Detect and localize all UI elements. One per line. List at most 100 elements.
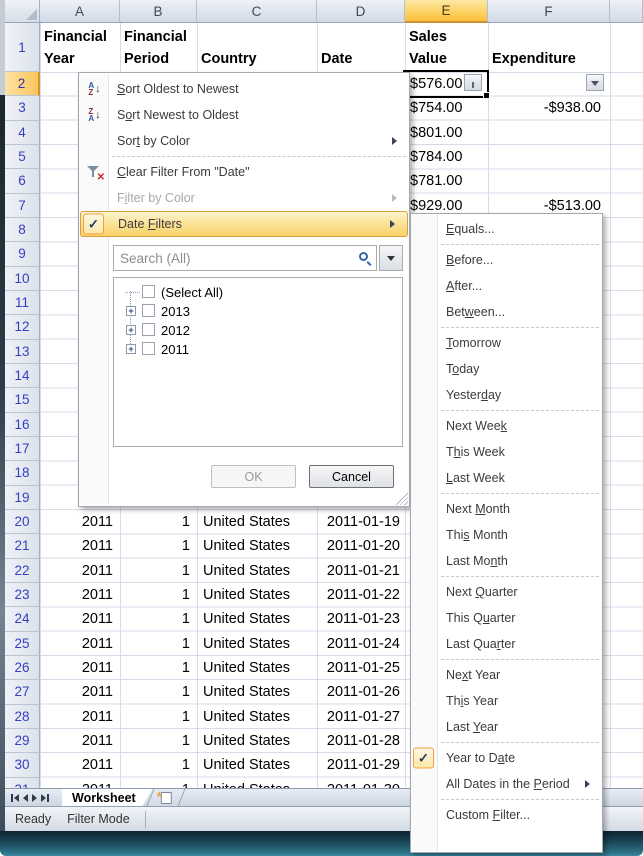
cell-d29[interactable]: 2011-01-28	[317, 729, 405, 753]
row-header-24[interactable]: 24	[5, 607, 40, 631]
row-header-30[interactable]: 30	[5, 753, 40, 777]
submenu-item-custom-filter[interactable]: Custom Filter...	[411, 802, 602, 828]
cell-d20[interactable]: 2011-01-19	[317, 510, 405, 534]
submenu-item-tomorrow[interactable]: Tomorrow	[411, 330, 602, 356]
cell-c22[interactable]: United States	[197, 559, 317, 583]
row-header-6[interactable]: 6	[5, 169, 40, 193]
submenu-item-between[interactable]: Between...	[411, 299, 602, 325]
menu-item-sort-oldest-to-newest[interactable]: AZ↓Sort Oldest to Newest	[79, 76, 409, 102]
cell-a30[interactable]: 2011	[40, 753, 120, 777]
cell-b26[interactable]: 1	[120, 656, 197, 680]
tree-item-2011[interactable]: +2011	[114, 340, 402, 359]
cell-c25[interactable]: United States	[197, 632, 317, 656]
row-header-16[interactable]: 16	[5, 413, 40, 437]
row-header-22[interactable]: 22	[5, 559, 40, 583]
select-all-corner[interactable]	[5, 0, 40, 23]
row-header-9[interactable]: 9	[5, 242, 40, 266]
cell-d30[interactable]: 2011-01-29	[317, 753, 405, 777]
resize-grip[interactable]	[395, 492, 408, 505]
tree-item-checkbox[interactable]	[142, 342, 155, 355]
submenu-item-this-week[interactable]: This Week	[411, 439, 602, 465]
cell-b29[interactable]: 1	[120, 729, 197, 753]
submenu-item-all-dates-in-period[interactable]: All Dates in the Period	[411, 771, 602, 797]
tree-item-2012[interactable]: +2012	[114, 321, 402, 340]
cell-e4[interactable]: $801.00	[405, 121, 488, 145]
cell-b22[interactable]: 1	[120, 559, 197, 583]
row-header-20[interactable]: 20	[5, 510, 40, 534]
search-input[interactable]	[113, 245, 377, 271]
submenu-item-equals[interactable]: Equals...	[411, 216, 602, 242]
cell-b24[interactable]: 1	[120, 607, 197, 631]
cell-a26[interactable]: 2011	[40, 656, 120, 680]
ok-button[interactable]: OK	[211, 465, 296, 488]
cell-a29[interactable]: 2011	[40, 729, 120, 753]
submenu-item-next-quarter[interactable]: Next Quarter	[411, 579, 602, 605]
row-header-14[interactable]: 14	[5, 364, 40, 388]
cell-d24[interactable]: 2011-01-23	[317, 607, 405, 631]
row-header-29[interactable]: 29	[5, 729, 40, 753]
row-header-17[interactable]: 17	[5, 437, 40, 461]
cell-e6[interactable]: $781.00	[405, 169, 488, 193]
submenu-item-before[interactable]: Before...	[411, 247, 602, 273]
row-header-8[interactable]: 8	[5, 218, 40, 242]
row-header-4[interactable]: 4	[5, 121, 40, 145]
cell-c27[interactable]: United States	[197, 680, 317, 704]
row-header-19[interactable]: 19	[5, 486, 40, 510]
tree-item-checkbox[interactable]	[142, 285, 155, 298]
expand-plus-icon[interactable]: +	[126, 344, 136, 354]
cancel-button[interactable]: Cancel	[309, 465, 394, 488]
submenu-item-last-week[interactable]: Last Week	[411, 465, 602, 491]
submenu-item-this-quarter[interactable]: This Quarter	[411, 605, 602, 631]
cell-b30[interactable]: 1	[120, 753, 197, 777]
menu-item-sort-by-color[interactable]: Sort by Color	[79, 128, 409, 154]
cell-b28[interactable]: 1	[120, 705, 197, 729]
column-header-d[interactable]: D	[317, 0, 405, 23]
cell-a23[interactable]: 2011	[40, 583, 120, 607]
submenu-item-yesterday[interactable]: Yesterday	[411, 382, 602, 408]
column-header-c[interactable]: C	[197, 0, 317, 23]
submenu-item-next-month[interactable]: Next Month	[411, 496, 602, 522]
row-header-3[interactable]: 3	[5, 96, 40, 120]
row-header-11[interactable]: 11	[5, 291, 40, 315]
cell-c24[interactable]: United States	[197, 607, 317, 631]
header-cell-f[interactable]: Expenditure	[488, 23, 610, 72]
cell-d28[interactable]: 2011-01-27	[317, 705, 405, 729]
insert-worksheet-button[interactable]	[146, 789, 185, 806]
header-cell-d[interactable]: Date	[317, 23, 405, 72]
cell-a21[interactable]: 2011	[40, 534, 120, 558]
row-header-7[interactable]: 7	[5, 194, 40, 218]
cell-c29[interactable]: United States	[197, 729, 317, 753]
cell-a22[interactable]: 2011	[40, 559, 120, 583]
row-header-12[interactable]: 12	[5, 315, 40, 339]
cell-c30[interactable]: United States	[197, 753, 317, 777]
header-cell-a[interactable]: Financial Year	[40, 23, 120, 72]
cell-d26[interactable]: 2011-01-25	[317, 656, 405, 680]
cell-d22[interactable]: 2011-01-21	[317, 559, 405, 583]
cell-b27[interactable]: 1	[120, 680, 197, 704]
cell-a20[interactable]: 2011	[40, 510, 120, 534]
cell-a27[interactable]: 2011	[40, 680, 120, 704]
cell-c21[interactable]: United States	[197, 534, 317, 558]
cell-e3[interactable]: $754.00	[405, 96, 488, 120]
header-cell-c[interactable]: Country	[197, 23, 317, 72]
header-cell-e[interactable]: Sales Value	[405, 23, 488, 72]
submenu-item-this-month[interactable]: This Month	[411, 522, 602, 548]
row-header-2[interactable]: 2	[5, 72, 40, 96]
tree-item-checkbox[interactable]	[142, 323, 155, 336]
cell-f3[interactable]: -$938.00	[488, 96, 610, 120]
menu-item-date-filters[interactable]: ✓Date Filters	[80, 211, 408, 237]
submenu-item-last-year[interactable]: Last Year	[411, 714, 602, 740]
cell-a28[interactable]: 2011	[40, 705, 120, 729]
expand-plus-icon[interactable]: +	[126, 325, 136, 335]
cell-d21[interactable]: 2011-01-20	[317, 534, 405, 558]
row-header-27[interactable]: 27	[5, 680, 40, 704]
search-scope-dropdown-button[interactable]	[379, 245, 403, 271]
cell-d23[interactable]: 2011-01-22	[317, 583, 405, 607]
column-header-e[interactable]: E	[405, 0, 488, 23]
column-header-a[interactable]: A	[40, 0, 120, 23]
cell-c26[interactable]: United States	[197, 656, 317, 680]
cell-b21[interactable]: 1	[120, 534, 197, 558]
row-header-13[interactable]: 13	[5, 340, 40, 364]
row-header-25[interactable]: 25	[5, 632, 40, 656]
cell-a25[interactable]: 2011	[40, 632, 120, 656]
